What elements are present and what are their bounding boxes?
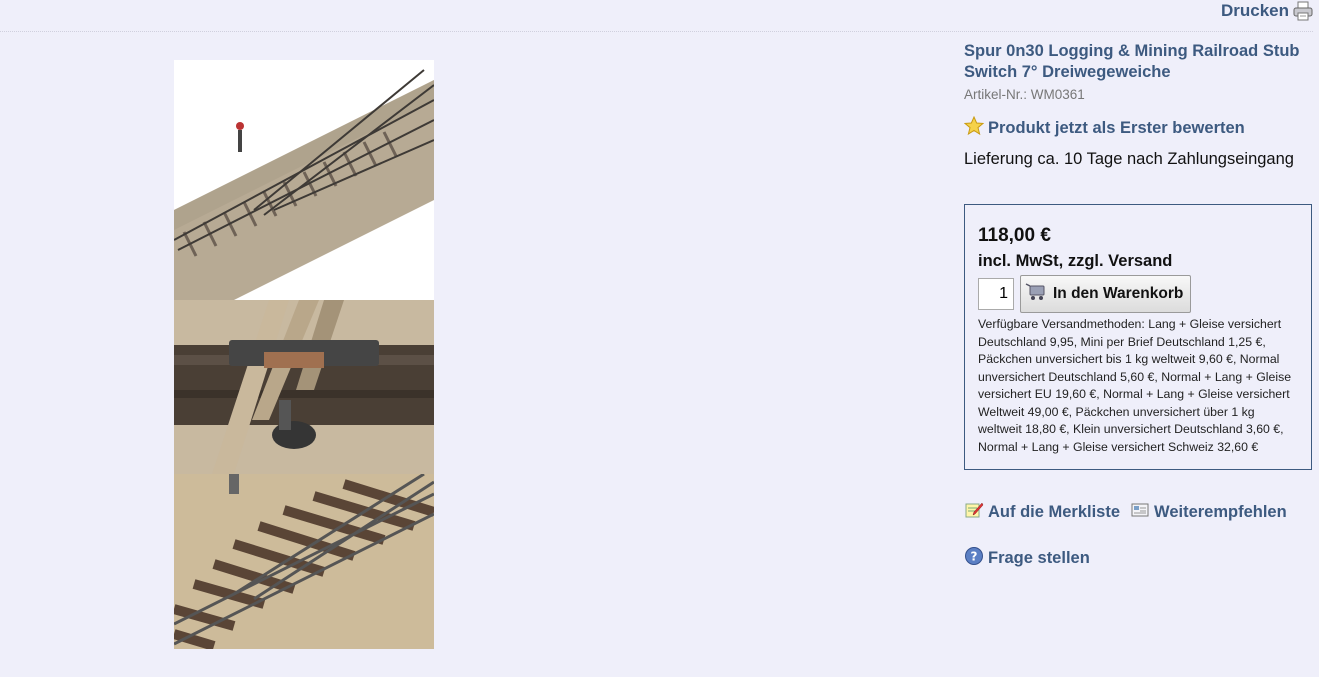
printer-icon bbox=[1293, 1, 1313, 21]
help-icon: ? bbox=[964, 546, 984, 571]
wishlist-label: Auf die Merkliste bbox=[988, 503, 1121, 521]
print-link[interactable]: Drucken bbox=[1221, 0, 1313, 22]
product-title: Spur 0n30 Logging & Mining Railroad Stub… bbox=[964, 42, 1300, 81]
recommend-link[interactable]: Weiterempfehlen bbox=[1130, 500, 1287, 525]
article-number: WM0361 bbox=[1030, 87, 1085, 102]
cart-icon bbox=[1025, 282, 1047, 307]
rate-product-label: Produkt jetzt als Erster bewerten bbox=[988, 119, 1245, 137]
svg-text:?: ? bbox=[971, 550, 978, 564]
product-image-frog[interactable] bbox=[174, 474, 434, 649]
tax-note: incl. MwSt, zzgl. Versand bbox=[978, 252, 1173, 270]
add-to-cart-button[interactable]: In den Warenkorb bbox=[1020, 275, 1192, 313]
product-actions: Auf die Merkliste Weiterempfehlen bbox=[964, 500, 1287, 525]
article-number-row: Artikel-Nr.: WM0361 bbox=[964, 87, 1316, 102]
ask-question-link[interactable]: ? Frage stellen bbox=[964, 546, 1090, 571]
notepad-icon bbox=[964, 500, 984, 525]
price: 118,00 € bbox=[978, 225, 1051, 246]
print-label: Drucken bbox=[1220, 1, 1289, 20]
shipping-methods: Verfügbare Versandmethoden: Lang + Gleis… bbox=[978, 317, 1292, 454]
wishlist-link[interactable]: Auf die Merkliste bbox=[964, 500, 1120, 525]
ask-question-label: Frage stellen bbox=[988, 549, 1090, 567]
add-to-cart-label: In den Warenkorb bbox=[1053, 285, 1184, 302]
product-image-overview[interactable] bbox=[174, 60, 434, 300]
rate-product-link[interactable]: Produkt jetzt als Erster bewerten bbox=[963, 115, 1316, 141]
price-box: 118,00 € incl. MwSt, zzgl. Versand In de… bbox=[964, 204, 1312, 470]
delivery-info: Lieferung ca. 10 Tage nach Zahlungseinga… bbox=[964, 150, 1294, 168]
product-gallery bbox=[174, 60, 434, 649]
quantity-input[interactable] bbox=[978, 278, 1014, 310]
product-image-switch-stand[interactable] bbox=[174, 300, 434, 474]
product-info: Spur 0n30 Logging & Mining Railroad Stub… bbox=[963, 41, 1316, 169]
header-divider bbox=[0, 31, 1313, 32]
envelope-icon bbox=[1130, 500, 1150, 525]
star-icon bbox=[963, 115, 985, 141]
article-number-label: Artikel-Nr.: bbox=[964, 87, 1028, 102]
recommend-label: Weiterempfehlen bbox=[1154, 503, 1287, 521]
add-to-cart-row: In den Warenkorb bbox=[978, 275, 1299, 313]
